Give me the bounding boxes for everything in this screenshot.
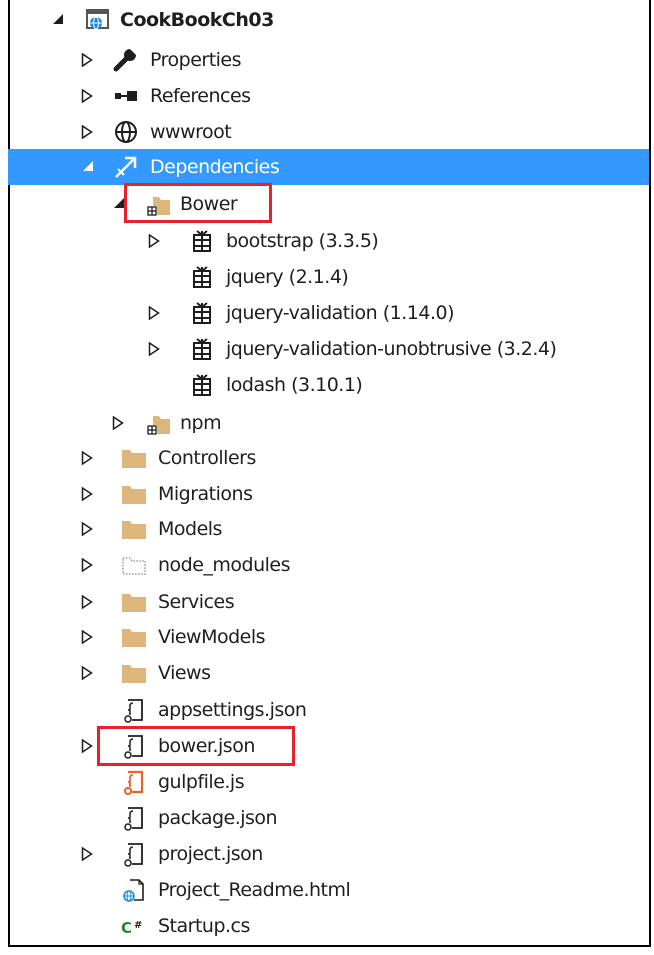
tree-item-label: wwwroot — [150, 121, 232, 143]
tree-item-file-project-json[interactable]: project.json — [8, 836, 649, 872]
wrench-icon — [112, 46, 140, 74]
tree-item-label: Controllers — [158, 447, 256, 469]
tree-item-file-gulpfile-js[interactable]: gulpfile.js — [8, 764, 649, 800]
web-project-icon — [84, 6, 112, 34]
package-folder-icon — [144, 409, 172, 437]
dependencies-icon — [112, 153, 140, 181]
folder-icon — [120, 515, 148, 543]
tree-item-folder-migrations[interactable]: Migrations — [8, 476, 649, 512]
tree-item-label: CookBookCh03 — [120, 9, 274, 31]
package-icon — [188, 227, 216, 255]
collapsed-arrow-icon[interactable] — [81, 728, 95, 764]
collapsed-arrow-icon[interactable] — [81, 584, 95, 620]
tree-item-label: Project_Readme.html — [158, 879, 351, 901]
tree-item-package-jquery-validation[interactable]: jquery-validation (1.14.0) — [8, 295, 649, 331]
tree-item-label: project.json — [158, 843, 263, 865]
tree-item-label: jquery-validation-unobtrusive (3.2.4) — [226, 338, 557, 360]
tree-item-file-appsettings-json[interactable]: appsettings.json — [8, 692, 649, 728]
tree-item-label: jquery (2.1.4) — [226, 266, 349, 288]
tree-item-package-jquery[interactable]: jquery (2.1.4) — [8, 259, 649, 295]
tree-item-folder-node-modules[interactable]: node_modules — [8, 547, 649, 583]
globe-icon — [112, 118, 140, 146]
collapsed-arrow-icon[interactable] — [148, 295, 162, 331]
tree-item-file-startup-cs[interactable]: C # Startup.cs — [8, 908, 649, 944]
tree-item-folder-services[interactable]: Services — [8, 584, 649, 620]
collapsed-arrow-icon[interactable] — [81, 655, 95, 691]
folder-icon — [120, 588, 148, 616]
expanded-arrow-icon[interactable] — [82, 149, 96, 185]
tree-item-label: package.json — [158, 807, 278, 829]
tree-item-label: ViewModels — [158, 626, 266, 648]
folder-icon — [120, 480, 148, 508]
tree-item-package-bootstrap[interactable]: bootstrap (3.3.5) — [8, 223, 649, 259]
tree-item-properties[interactable]: Properties — [8, 42, 649, 78]
collapsed-arrow-icon[interactable] — [81, 42, 95, 78]
collapsed-arrow-icon[interactable] — [81, 78, 95, 114]
collapsed-arrow-icon[interactable] — [81, 619, 95, 655]
tree-item-label: Services — [158, 591, 235, 613]
tree-item-label: Dependencies — [150, 156, 280, 178]
json-file-icon — [120, 804, 148, 832]
folder-icon — [120, 659, 148, 687]
collapsed-arrow-icon[interactable] — [148, 331, 162, 367]
bower-highlight-box — [124, 183, 272, 223]
folder-icon — [120, 623, 148, 651]
js-file-icon — [120, 768, 148, 796]
json-file-icon — [120, 696, 148, 724]
tree-item-label: bootstrap (3.3.5) — [226, 230, 379, 252]
svg-text:#: # — [134, 920, 142, 931]
tree-item-bower[interactable]: Bower — [8, 186, 649, 222]
package-icon — [188, 371, 216, 399]
tree-item-folder-views[interactable]: Views — [8, 655, 649, 691]
package-icon — [188, 299, 216, 327]
tree-item-label: jquery-validation (1.14.0) — [226, 302, 454, 324]
collapsed-arrow-icon[interactable] — [81, 476, 95, 512]
json-file-icon — [120, 840, 148, 868]
tree-item-label: npm — [180, 412, 222, 434]
tree-item-npm[interactable]: npm — [8, 405, 649, 441]
folder-icon — [120, 444, 148, 472]
tree-item-label: References — [150, 85, 251, 107]
tree-item-label: Startup.cs — [158, 915, 250, 937]
collapsed-arrow-icon[interactable] — [81, 547, 95, 583]
tree-item-label: node_modules — [158, 554, 291, 576]
tree-item-folder-viewmodels[interactable]: ViewModels — [8, 619, 649, 655]
tree-item-dependencies[interactable]: Dependencies — [8, 149, 649, 185]
tree-item-label: appsettings.json — [158, 699, 307, 721]
tree-item-package-lodash[interactable]: lodash (3.10.1) — [8, 367, 649, 403]
tree-item-label: Migrations — [158, 483, 253, 505]
bower-json-highlight-box — [97, 726, 295, 766]
package-icon — [188, 335, 216, 363]
tree-item-folder-models[interactable]: Models — [8, 511, 649, 547]
tree-item-folder-controllers[interactable]: Controllers — [8, 440, 649, 476]
csharp-file-icon: C # — [120, 912, 148, 940]
collapsed-arrow-icon[interactable] — [81, 511, 95, 547]
tree-item-label: Models — [158, 518, 222, 540]
collapsed-arrow-icon[interactable] — [81, 836, 95, 872]
html-file-icon — [120, 876, 148, 904]
dotted-folder-icon — [120, 551, 148, 579]
collapsed-arrow-icon[interactable] — [81, 114, 95, 150]
tree-item-wwwroot[interactable]: wwwroot — [8, 114, 649, 150]
expanded-arrow-icon[interactable] — [52, 2, 66, 38]
tree-item-label: Properties — [150, 49, 242, 71]
tree-item-label: gulpfile.js — [158, 771, 245, 793]
tree-item-label: Views — [158, 662, 211, 684]
collapsed-arrow-icon[interactable] — [112, 405, 126, 441]
svg-text:C: C — [121, 919, 132, 937]
collapsed-arrow-icon[interactable] — [81, 440, 95, 476]
tree-item-references[interactable]: References — [8, 78, 649, 114]
tree-item-package-jquery-validation-unobtrusive[interactable]: jquery-validation-unobtrusive (3.2.4) — [8, 331, 649, 367]
tree-item-file-package-json[interactable]: package.json — [8, 800, 649, 836]
collapsed-arrow-icon[interactable] — [148, 223, 162, 259]
references-icon — [112, 82, 140, 110]
tree-item-file-project-readme-html[interactable]: Project_Readme.html — [8, 872, 649, 908]
package-icon — [188, 263, 216, 291]
tree-item-label: lodash (3.10.1) — [226, 374, 363, 396]
tree-item-project-root[interactable]: CookBookCh03 — [8, 2, 649, 38]
